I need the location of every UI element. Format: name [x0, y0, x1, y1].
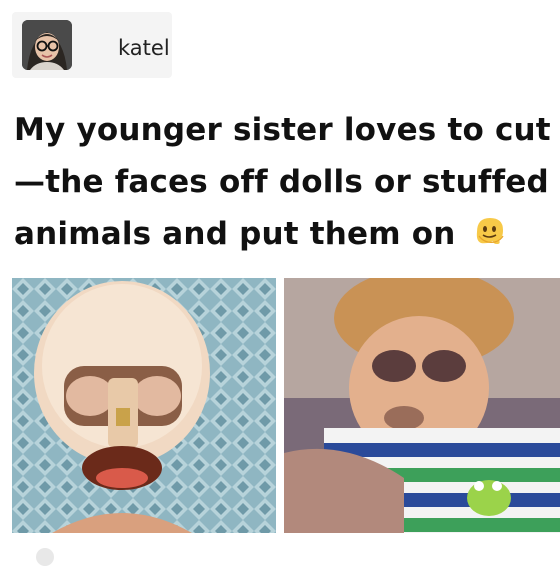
avatar[interactable]	[22, 20, 72, 70]
profile-photo-icon	[22, 20, 72, 70]
doll-face-removed-photo[interactable]	[12, 278, 276, 533]
caption-line: animals and put them on	[14, 208, 554, 260]
stuffed-animal-with-doll-face-photo[interactable]	[284, 278, 560, 533]
caption-line: My younger sister loves to cut	[14, 112, 551, 148]
username[interactable]: katel	[118, 36, 170, 60]
post-images	[12, 278, 560, 533]
melting-face-emoji-icon	[473, 212, 507, 246]
post-header: katel	[12, 12, 172, 78]
post-caption: My younger sister loves to cut —the face…	[14, 104, 554, 260]
caption-line: —the faces off dolls or stuffed	[14, 164, 549, 200]
next-post-avatar	[36, 548, 54, 566]
caption-text: animals and put them on	[14, 216, 456, 252]
